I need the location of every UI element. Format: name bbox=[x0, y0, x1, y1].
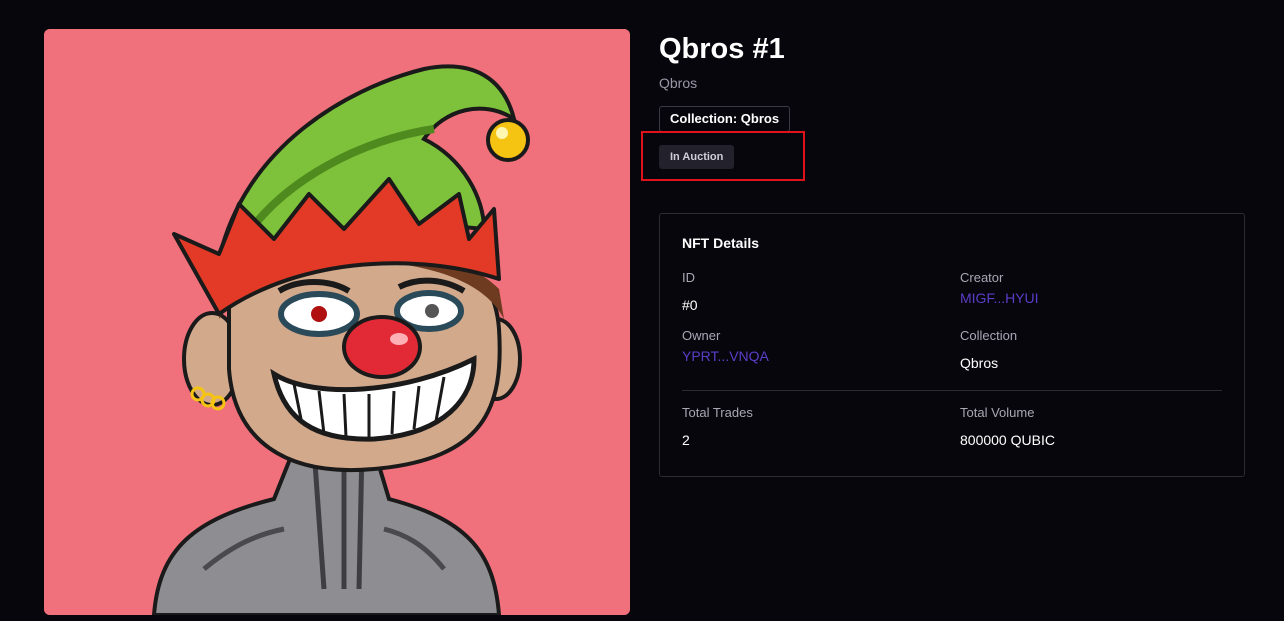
nft-details-card: NFT Details ID #0 Creator MIGF...HYUI Ow… bbox=[659, 213, 1245, 477]
total-trades-label: Total Trades bbox=[682, 405, 753, 420]
owner-field: Owner YPRT...VNQA bbox=[682, 328, 960, 372]
creator-field: Creator MIGF...HYUI bbox=[960, 270, 1222, 314]
status-area: In Auction bbox=[641, 131, 1245, 191]
owner-link[interactable]: YPRT...VNQA bbox=[682, 348, 960, 364]
nft-collection-subtitle: Qbros bbox=[659, 75, 698, 91]
stats-grid: Total Trades 2 Total Volume 800000 QUBIC bbox=[682, 405, 1222, 449]
id-value: #0 bbox=[682, 297, 698, 313]
status-badge: In Auction bbox=[659, 145, 735, 169]
owner-label: Owner bbox=[682, 328, 721, 343]
nft-image bbox=[44, 29, 630, 615]
total-trades-field: Total Trades 2 bbox=[682, 405, 960, 449]
total-volume-value: 800000 QUBIC bbox=[960, 432, 1055, 448]
collection-label: Collection bbox=[960, 328, 1018, 343]
details-divider bbox=[682, 390, 1222, 391]
nft-artwork bbox=[44, 29, 630, 615]
id-field: ID #0 bbox=[682, 270, 960, 314]
creator-link[interactable]: MIGF...HYUI bbox=[960, 290, 1222, 306]
nft-title: Qbros #1 bbox=[659, 33, 785, 65]
creator-label: Creator bbox=[960, 270, 1004, 285]
total-trades-value: 2 bbox=[682, 432, 690, 448]
collection-value: Qbros bbox=[960, 355, 999, 371]
details-heading: NFT Details bbox=[682, 235, 760, 251]
collection-field: Collection Qbros bbox=[960, 328, 1222, 372]
id-label: ID bbox=[682, 270, 695, 285]
total-volume-label: Total Volume bbox=[960, 405, 1035, 420]
collection-button[interactable]: Collection: Qbros bbox=[659, 106, 791, 132]
details-grid: ID #0 Creator MIGF...HYUI Owner YPRT...V… bbox=[682, 270, 1222, 372]
nft-info-panel: Qbros #1 Qbros Collection: Qbros In Auct… bbox=[641, 29, 1245, 191]
nft-detail-page: Qbros #1 Qbros Collection: Qbros In Auct… bbox=[0, 0, 1284, 621]
total-volume-field: Total Volume 800000 QUBIC bbox=[960, 405, 1222, 449]
